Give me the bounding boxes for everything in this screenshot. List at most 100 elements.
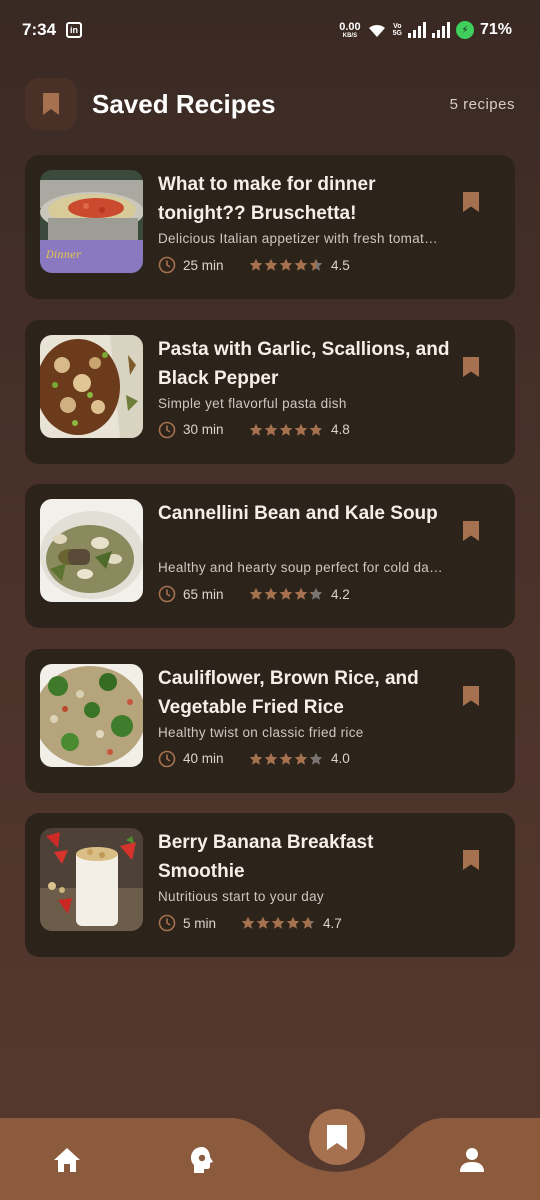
battery-charging-icon: ⚡ — [455, 21, 474, 39]
recipe-description: Nutritious start to your day — [158, 889, 324, 904]
nav-profile[interactable] — [452, 1140, 492, 1180]
page-header: Saved Recipes 5 recipes — [25, 78, 515, 130]
recipe-title: Cauliflower, Brown Rice, and Vegetable F… — [158, 667, 419, 718]
status-time: 7:34 — [22, 20, 57, 39]
recipe-card[interactable]: Dinner What to make for dinner tonight??… — [25, 155, 515, 299]
recipe-meta: 65 min 4.2 — [158, 585, 458, 603]
star-rating — [249, 423, 323, 437]
recipe-rating: 4.0 — [331, 751, 350, 766]
star-icon — [301, 916, 315, 929]
star-rating — [241, 916, 315, 930]
bookmark-icon — [327, 1124, 347, 1150]
recipe-rating: 4.7 — [323, 915, 342, 931]
recipe-list: Dinner What to make for dinner tonight??… — [25, 155, 515, 978]
star-icon — [286, 916, 300, 929]
recipe-card[interactable]: Cauliflower, Brown Rice, and Vegetable F… — [25, 648, 515, 793]
network-speed-value: 0.00 — [339, 20, 361, 33]
volte-bottom: 5G — [392, 30, 402, 37]
bruschetta-pasta-photo: Dinner — [40, 170, 143, 273]
recipe-description: Healthy twist on classic fried rice — [158, 724, 364, 740]
star-icon — [264, 752, 278, 765]
star-icon — [294, 752, 308, 765]
recipe-body: Berry Banana Breakfast Smoothie Nutritio… — [158, 828, 458, 957]
recipe-card[interactable]: Cannellini Bean and Kale Soup Healthy an… — [25, 484, 515, 628]
star-icon — [279, 587, 293, 600]
bookmark-button[interactable] — [459, 846, 483, 874]
clock-icon — [158, 750, 176, 767]
recipe-image: Dinner — [40, 170, 143, 273]
bookmark-icon — [463, 521, 479, 541]
volte-indicator: Vo 5G — [393, 23, 402, 38]
svg-text:Dinner: Dinner — [45, 250, 82, 261]
recipe-time: 30 min — [183, 422, 224, 437]
status-left: 7:34 in — [22, 20, 83, 40]
star-icon — [279, 423, 293, 436]
recipe-image — [40, 663, 143, 767]
linkedin-icon: in — [66, 22, 83, 38]
star-icon — [294, 423, 308, 436]
star-rating — [249, 258, 323, 272]
nav-explore[interactable] — [182, 1140, 222, 1180]
fried-rice-photo — [40, 663, 143, 767]
header-bookmark-icon-box — [25, 78, 77, 130]
star-icon — [256, 916, 270, 929]
recipe-meta: 40 min 4.0 — [158, 750, 458, 768]
recipe-card[interactable]: Berry Banana Breakfast Smoothie Nutritio… — [25, 813, 515, 957]
star-icon — [241, 916, 255, 929]
recipe-time: 40 min — [183, 751, 224, 766]
recipe-title: Pasta with Garlic, Scallions, and Black … — [158, 338, 450, 389]
recipe-description: Delicious Italian appetizer with fresh t… — [158, 231, 443, 246]
wifi-icon — [368, 24, 385, 37]
star-rating — [249, 587, 323, 601]
nav-saved[interactable] — [309, 1109, 365, 1165]
recipe-time: 25 min — [183, 257, 224, 273]
star-icon — [294, 258, 308, 271]
recipe-body: Cannellini Bean and Kale Soup Healthy an… — [158, 499, 458, 628]
star-icon — [264, 423, 278, 436]
status-right: 0.00 KB/S Vo 5G ⚡ 71% — [339, 21, 512, 39]
recipe-image — [40, 334, 143, 438]
page-title: Saved Recipes — [92, 88, 276, 119]
star-icon — [309, 587, 323, 600]
bookmark-button[interactable] — [459, 682, 483, 710]
bookmark-icon — [463, 192, 479, 212]
bookmark-button[interactable] — [459, 353, 483, 381]
recipe-image — [40, 828, 143, 931]
recipe-title: What to make for dinner tonight?? Brusch… — [158, 174, 376, 224]
bottom-nav — [0, 1109, 540, 1200]
clock-icon — [158, 256, 176, 274]
bookmark-icon — [463, 685, 479, 706]
volte-top: Vo — [393, 22, 402, 30]
recipe-title: Cannellini Bean and Kale Soup — [158, 503, 438, 524]
recipe-body: Cauliflower, Brown Rice, and Vegetable F… — [158, 664, 458, 793]
recipe-rating: 4.2 — [331, 586, 350, 602]
explore-icon — [191, 1147, 213, 1173]
battery-percent: 71% — [479, 21, 512, 38]
recipe-time: 5 min — [183, 915, 217, 931]
recipe-time: 65 min — [183, 586, 224, 602]
signal-icon-2 — [431, 22, 450, 38]
clock-icon — [158, 585, 176, 603]
star-icon — [279, 752, 293, 765]
clock-icon — [158, 421, 176, 438]
nav-home[interactable] — [47, 1140, 87, 1180]
recipe-description: Simple yet flavorful pasta dish — [158, 395, 347, 411]
home-icon — [54, 1148, 80, 1172]
recipe-card[interactable]: Pasta with Garlic, Scallions, and Black … — [25, 319, 515, 464]
recipe-body: Pasta with Garlic, Scallions, and Black … — [158, 335, 458, 464]
star-icon — [271, 916, 285, 929]
star-icon — [249, 752, 263, 765]
clock-icon — [158, 914, 176, 932]
star-icon — [294, 587, 308, 600]
bookmark-icon — [43, 93, 59, 115]
bookmark-button[interactable] — [459, 517, 483, 545]
star-icon — [309, 423, 323, 436]
bookmark-icon — [463, 356, 479, 377]
garlic-pasta-photo — [40, 334, 143, 438]
star-icon — [249, 258, 263, 271]
recipe-meta: 5 min 4.7 — [158, 914, 458, 932]
recipe-body: What to make for dinner tonight?? Brusch… — [158, 170, 458, 299]
star-icon — [309, 752, 323, 765]
recipe-image — [40, 499, 143, 602]
bookmark-button[interactable] — [459, 188, 483, 216]
